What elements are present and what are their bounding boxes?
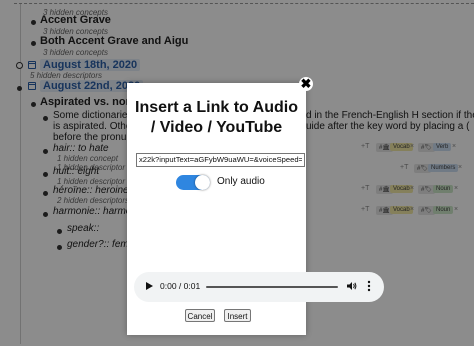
audio-time: 0:00 / 0:01 <box>160 281 201 291</box>
more-options-icon[interactable] <box>367 280 371 292</box>
only-audio-label: Only audio <box>217 176 265 187</box>
toggle-knob[interactable] <box>195 175 210 190</box>
audio-progress-track[interactable] <box>206 286 338 288</box>
play-icon[interactable] <box>146 282 153 290</box>
cancel-button[interactable]: Cancel <box>185 309 215 322</box>
url-input[interactable] <box>136 153 305 167</box>
close-icon[interactable]: ✖ <box>299 77 313 91</box>
insert-button[interactable]: Insert <box>224 309 251 322</box>
dialog-title: Insert a Link to Audio / Video / YouTube <box>135 99 298 136</box>
volume-icon[interactable] <box>347 281 357 291</box>
